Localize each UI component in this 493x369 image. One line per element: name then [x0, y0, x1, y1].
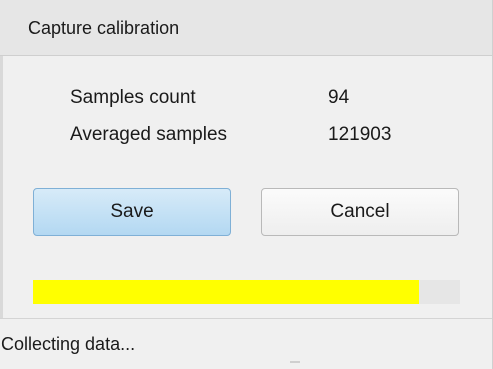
title-bar[interactable]: Capture calibration	[0, 0, 492, 56]
window-left-edge	[0, 56, 3, 318]
status-text: Collecting data...	[1, 334, 136, 354]
samples-count-label: Samples count	[70, 87, 196, 108]
cancel-button[interactable]: Cancel	[261, 188, 459, 236]
status-bar: Collecting data...	[0, 318, 492, 369]
averaged-samples-value: 121903	[328, 124, 392, 145]
progress-bar	[33, 280, 460, 304]
averaged-samples-label: Averaged samples	[70, 124, 228, 145]
samples-count-value: 94	[328, 87, 350, 108]
save-button[interactable]: Save	[33, 188, 231, 236]
capture-calibration-window: Capture calibration Samples count 94 Ave…	[0, 0, 493, 369]
progress-bar-fill	[33, 280, 420, 304]
status-bar-grip	[290, 361, 300, 363]
window-title: Capture calibration	[28, 18, 180, 38]
